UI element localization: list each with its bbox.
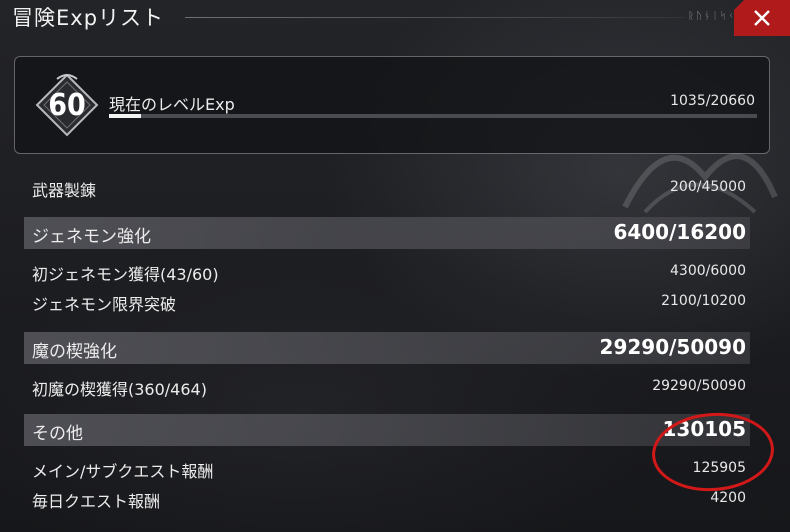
title-bar: 冒険Expリスト ᚱᚢᚾᛁᛋᚲᚺ — [0, 0, 790, 36]
row-value: 2100/10200 — [661, 293, 746, 309]
exp-section-wedge-enhance: 魔の楔強化 29290/50090 — [24, 332, 750, 364]
close-icon — [754, 10, 770, 26]
section-label: ジェネモン強化 — [32, 227, 151, 247]
exp-row-main-sub-quest: メイン/サブクエスト報酬 125905 — [24, 452, 750, 484]
section-label: 魔の楔強化 — [32, 342, 117, 362]
current-level-panel: 60 現在のレベルExp 1035/20660 — [14, 56, 778, 214]
section-value: 6400/16200 — [613, 220, 746, 244]
exp-row-first-wedge: 初魔の楔獲得(360/464) 29290/50090 — [24, 370, 750, 402]
row-label: 毎日クエスト報酬 — [32, 492, 161, 511]
level-exp-label: 現在のレベルExp — [109, 95, 235, 114]
row-value: 29290/50090 — [652, 378, 746, 394]
exp-row-first-genemon: 初ジェネモン獲得(43/60) 4300/6000 — [24, 255, 750, 287]
section-value: 29290/50090 — [599, 335, 746, 359]
section-label: その他 — [32, 424, 83, 444]
level-number: 60 — [48, 88, 86, 123]
close-button[interactable] — [734, 0, 790, 36]
level-exp-value: 1035/20660 — [670, 93, 755, 109]
window-title: 冒険Expリスト — [12, 6, 165, 30]
row-label: ジェネモン限界突破 — [32, 295, 177, 314]
exp-section-other: その他 130105 — [24, 414, 750, 446]
row-value: 4200 — [710, 490, 746, 506]
row-label: メイン/サブクエスト報酬 — [32, 462, 214, 481]
level-exp-progress-fill — [109, 114, 142, 118]
row-label: 初ジェネモン獲得(43/60) — [32, 265, 219, 284]
row-label: 武器製錬 — [32, 181, 97, 200]
level-badge: 60 — [35, 73, 99, 137]
exp-row-weapon-refine: 武器製錬 200/45000 — [24, 171, 750, 203]
title-divider — [185, 17, 685, 18]
exp-row-genemon-limit-break: ジェネモン限界突破 2100/10200 — [24, 285, 750, 317]
row-value: 200/45000 — [670, 179, 746, 195]
exp-section-genemon-enhance: ジェネモン強化 6400/16200 — [24, 217, 750, 249]
row-label: 初魔の楔獲得(360/464) — [32, 380, 207, 399]
exp-row-daily-quest: 毎日クエスト報酬 4200 — [24, 482, 750, 514]
row-value: 4300/6000 — [670, 263, 746, 279]
